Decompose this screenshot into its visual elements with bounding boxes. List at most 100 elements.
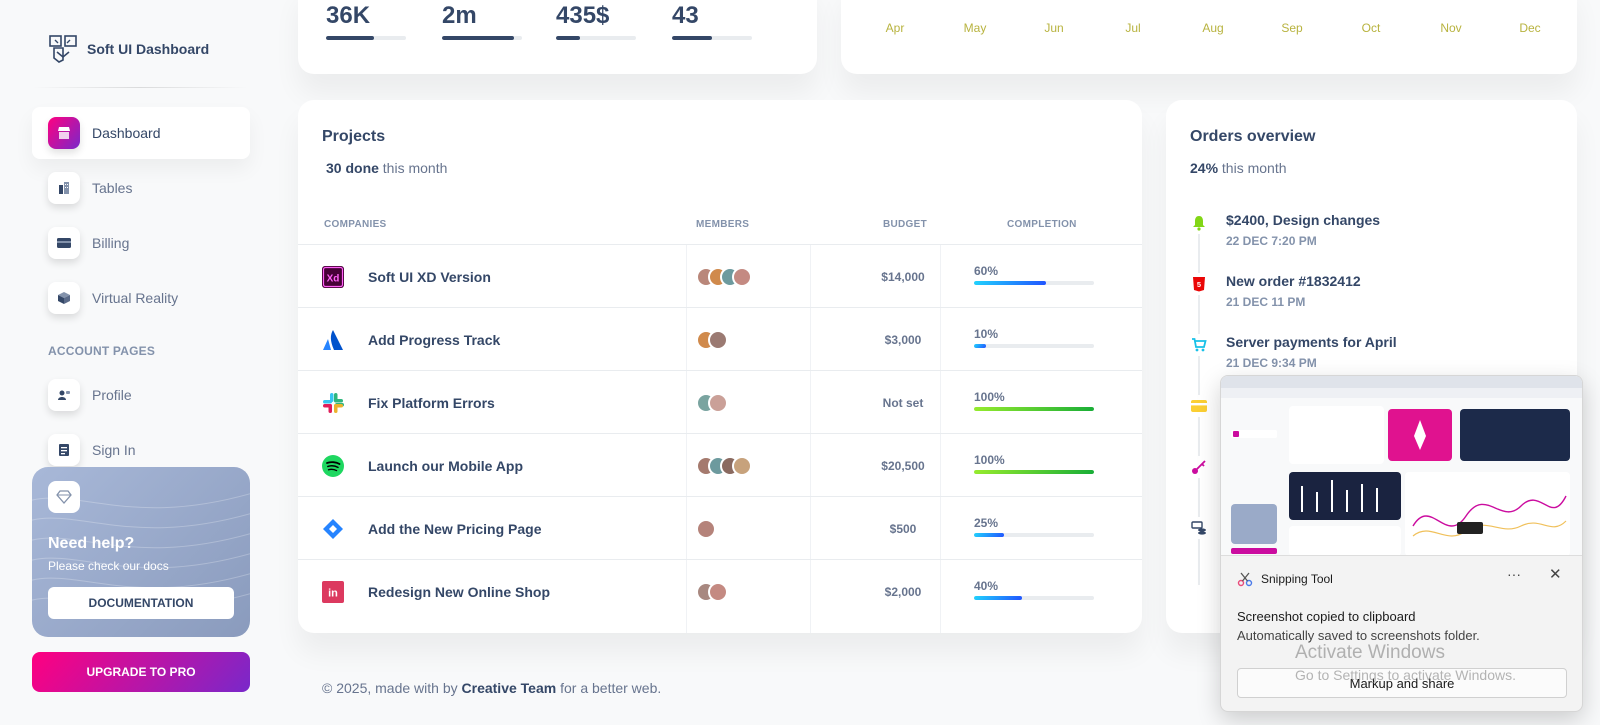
completion-progress-bar xyxy=(974,281,1094,285)
company-cell: Launch our Mobile App xyxy=(322,455,523,477)
upgrade-to-pro-button[interactable]: UPGRADE TO PRO xyxy=(32,652,250,692)
sidebar-item-tables[interactable]: Tables xyxy=(32,162,250,214)
completion-percent: 100% xyxy=(974,453,1005,467)
stat-value: 2m xyxy=(442,2,477,29)
members-avatars xyxy=(696,393,728,413)
chart-x-tick: Oct xyxy=(1361,21,1381,35)
money-coins-icon xyxy=(1188,517,1210,539)
table-row[interactable]: Fix Platform Errors Not set 100% xyxy=(298,370,1142,433)
budget-value: $2,000 xyxy=(884,585,922,599)
timeline-title: Server payments for April xyxy=(1226,334,1397,350)
slack-icon xyxy=(322,392,344,414)
avatar[interactable] xyxy=(732,267,752,287)
orders-suffix: this month xyxy=(1221,160,1287,176)
completion-cell: 40% xyxy=(974,579,1094,600)
brand-logo-icon xyxy=(49,35,77,63)
stat-progress-fill xyxy=(672,36,712,40)
completion-progress-fill xyxy=(974,596,1022,600)
budget-value: $14,000 xyxy=(881,270,925,284)
svg-text:in: in xyxy=(328,588,338,600)
completion-progress-fill xyxy=(974,470,1094,474)
snipping-tool-app-name: Snipping Tool xyxy=(1261,572,1333,586)
help-card: Need help? Please check our docs DOCUMEN… xyxy=(32,467,250,637)
screenshot-thumbnail[interactable] xyxy=(1221,376,1582,556)
customer-support-icon xyxy=(48,379,80,411)
table-row[interactable]: Launch our Mobile App $20,500 100% xyxy=(298,433,1142,496)
footer: © 2025, made with by Creative Team for a… xyxy=(322,680,661,696)
table-row[interactable]: in Redesign New Online Shop $2,000 40% xyxy=(298,559,1142,622)
company-name: Launch our Mobile App xyxy=(368,458,524,474)
orders-percent: 24% xyxy=(1190,160,1219,176)
sidebar-item-billing[interactable]: Billing xyxy=(32,217,250,269)
stat-sales: 435$ xyxy=(556,2,636,40)
completion-percent: 10% xyxy=(974,327,999,341)
completion-cell: 100% xyxy=(974,453,1094,474)
stat-progress-bar xyxy=(672,36,752,40)
company-name: Redesign New Online Shop xyxy=(368,584,551,600)
sidebar-item-profile[interactable]: Profile xyxy=(32,369,250,421)
sidebar-item-virtual-reality[interactable]: Virtual Reality xyxy=(32,272,250,324)
completion-progress-fill xyxy=(974,407,1094,411)
completion-percent: 60% xyxy=(974,264,999,278)
table-row[interactable]: Xd Soft UI XD Version $14,000 60% xyxy=(298,244,1142,307)
budget-value: $500 xyxy=(889,522,917,536)
office-icon xyxy=(48,172,80,204)
avatar[interactable] xyxy=(732,456,752,476)
sidebar-item-dashboard[interactable]: Dashboard xyxy=(32,107,250,159)
completion-progress-fill xyxy=(974,344,986,348)
budget-value: $3,000 xyxy=(884,333,922,347)
members-avatars xyxy=(696,582,728,602)
avatar[interactable] xyxy=(696,519,716,539)
brand[interactable]: Soft UI Dashboard xyxy=(48,34,209,64)
brand-name: Soft UI Dashboard xyxy=(87,41,210,57)
projects-subtitle: 30 done this month xyxy=(326,160,447,176)
stat-value: 43 xyxy=(672,2,699,29)
sidebar-item-label: Virtual Reality xyxy=(92,290,179,306)
completion-cell: 10% xyxy=(974,327,1094,348)
credit-card-icon xyxy=(1188,395,1210,417)
stat-progress-bar xyxy=(442,36,522,40)
documentation-button[interactable]: DOCUMENTATION xyxy=(48,587,234,619)
adobe-xd-icon: Xd xyxy=(322,266,344,288)
chart-x-tick: Jul xyxy=(1125,21,1141,35)
snipping-detail: Automatically saved to screenshots folde… xyxy=(1237,628,1480,643)
projects-title: Projects xyxy=(322,128,386,145)
sales-chart-card: Apr May Jun Jul Aug Sep Oct Nov Dec xyxy=(841,0,1577,74)
column-header-companies: COMPANIES xyxy=(324,219,387,230)
timeline-title: New order #1832412 xyxy=(1226,273,1361,289)
atlassian-icon xyxy=(322,329,344,351)
members-avatars xyxy=(696,519,716,539)
company-name: Add the New Pricing Page xyxy=(368,521,542,537)
spotify-icon xyxy=(322,455,344,477)
avatar[interactable] xyxy=(708,330,728,350)
table-row[interactable]: Add Progress Track $3,000 10% xyxy=(298,307,1142,370)
table-row[interactable]: Add the New Pricing Page $500 25% xyxy=(298,496,1142,559)
invision-icon: in xyxy=(322,581,344,603)
completion-progress-bar xyxy=(974,533,1094,537)
completion-progress-fill xyxy=(974,533,1004,537)
credit-card-icon xyxy=(48,227,80,259)
more-options-icon[interactable]: ··· xyxy=(1507,566,1521,582)
stats-card: 36K 2m 435$ 43 xyxy=(298,0,817,74)
sidebar-divider xyxy=(32,87,248,88)
snipping-message: Screenshot copied to clipboard xyxy=(1237,609,1416,624)
members-avatars xyxy=(696,330,728,350)
completion-cell: 25% xyxy=(974,516,1094,537)
box-3d-icon xyxy=(48,282,80,314)
completion-percent: 100% xyxy=(974,390,1005,404)
chart-x-tick: Apr xyxy=(885,21,905,35)
avatar[interactable] xyxy=(708,393,728,413)
chart-x-tick: Dec xyxy=(1519,21,1541,35)
budget-value: $20,500 xyxy=(881,459,925,473)
completion-progress-bar xyxy=(974,596,1094,600)
column-header-members: MEMBERS xyxy=(696,219,750,230)
stat-value: 435$ xyxy=(556,2,610,29)
timeline-date: 21 DEC 11 PM xyxy=(1226,295,1306,309)
footer-team-link[interactable]: Creative Team xyxy=(462,680,557,696)
close-icon[interactable]: ✕ xyxy=(1549,565,1562,583)
company-cell: Add the New Pricing Page xyxy=(322,518,541,540)
company-cell: Fix Platform Errors xyxy=(322,392,495,414)
avatar[interactable] xyxy=(708,582,728,602)
footer-suffix: for a better web. xyxy=(560,680,662,696)
scissors-icon xyxy=(1237,572,1253,587)
